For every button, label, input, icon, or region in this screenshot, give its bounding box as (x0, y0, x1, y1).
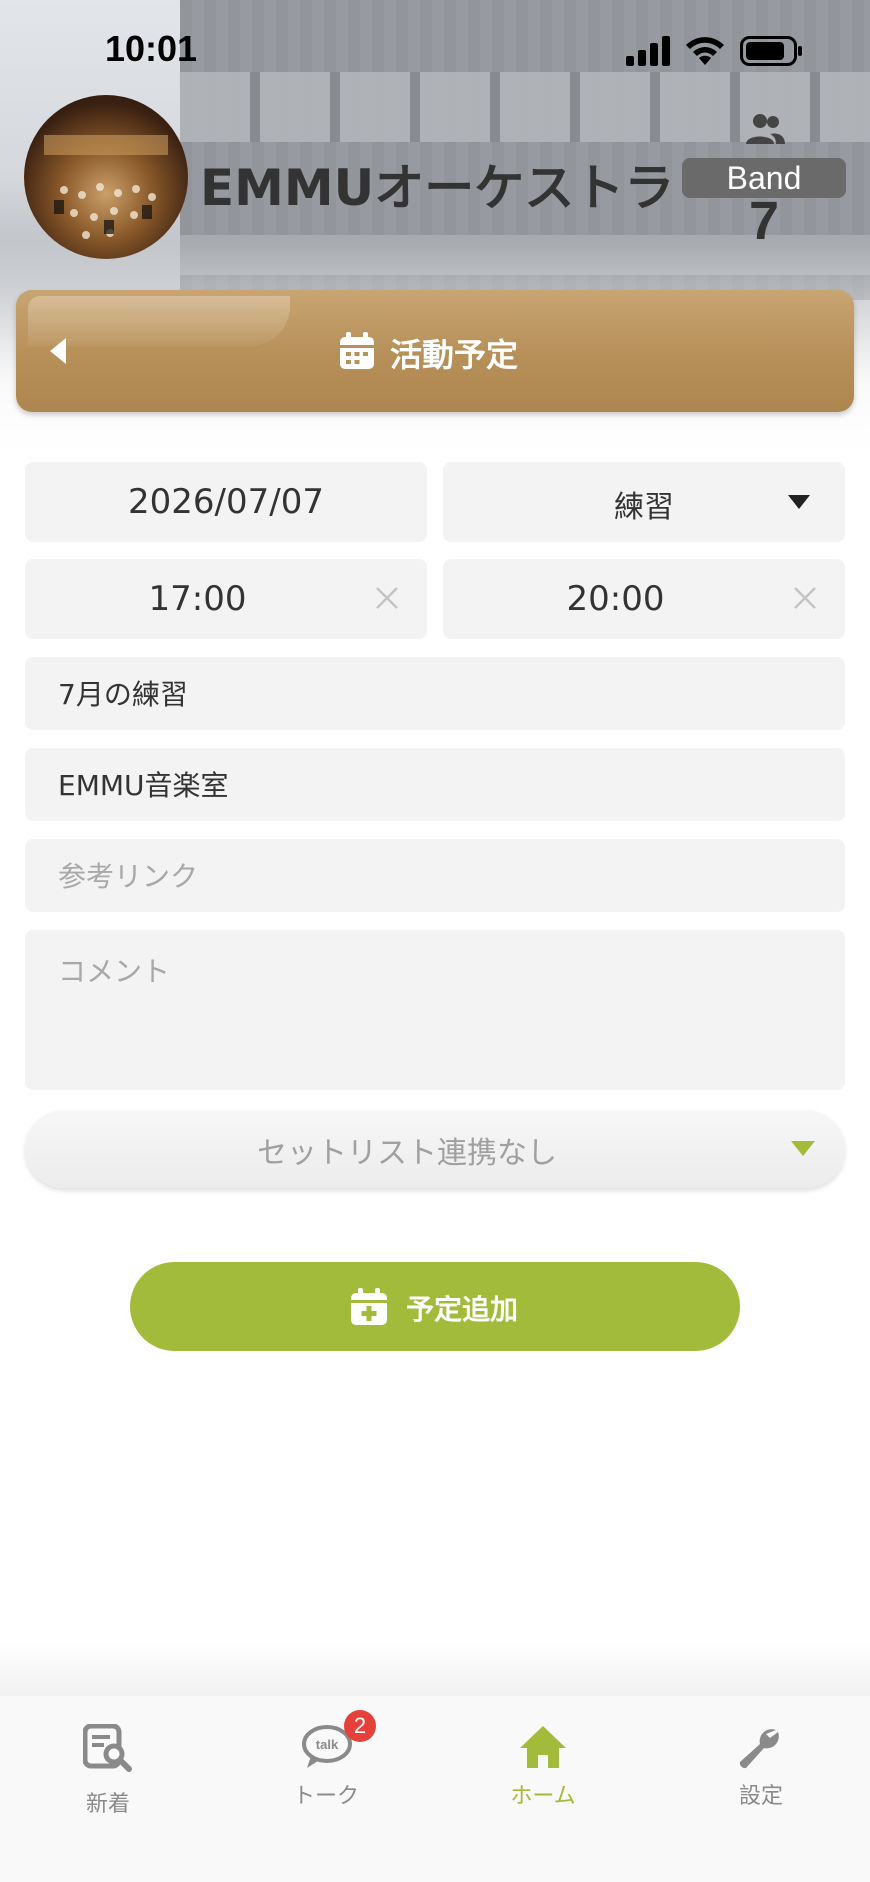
battery-icon (740, 36, 802, 66)
event-type-select[interactable]: 練習 (443, 462, 845, 542)
end-time-field[interactable]: 20:00 (443, 559, 845, 639)
clear-icon[interactable] (791, 584, 819, 612)
nav-label-home: ホーム (510, 1784, 576, 1809)
back-arrow-icon[interactable] (46, 334, 70, 368)
status-time: 10:01 (105, 28, 198, 69)
place-input[interactable]: EMMU音楽室 (25, 748, 845, 821)
event-type-value: 練習 (614, 490, 674, 525)
bottom-nav: 新着 talk トーク ホーム 設定 (0, 1696, 870, 1882)
nav-shadow (0, 1640, 870, 1696)
comment-textarea[interactable]: コメント (25, 930, 845, 1090)
add-schedule-label: 予定追加 (406, 1293, 519, 1326)
news-search-icon (83, 1724, 132, 1772)
place-value: EMMU音楽室 (58, 769, 229, 802)
nav-item-home[interactable]: ホーム (473, 1724, 613, 1834)
nav-item-news[interactable]: 新着 (38, 1724, 178, 1834)
nav-item-settings[interactable]: 設定 (691, 1724, 831, 1834)
setlist-select[interactable]: セットリスト連携なし (25, 1110, 845, 1188)
band-avatar[interactable] (24, 95, 188, 259)
band-name: EMMUオーケストラ (200, 159, 675, 217)
talk-unread-badge: 2 (344, 1710, 376, 1742)
page-header: 活動予定 (16, 290, 854, 412)
reference-link-placeholder: 参考リンク (58, 860, 199, 893)
start-time-value: 17:00 (148, 579, 247, 619)
nav-item-talk[interactable]: talk トーク (256, 1724, 396, 1834)
event-title-value: 7月の練習 (58, 678, 188, 711)
end-time-value: 20:00 (566, 579, 665, 619)
signal-icon (626, 36, 670, 66)
svg-text:talk: talk (316, 1737, 339, 1752)
start-time-field[interactable]: 17:00 (25, 559, 427, 639)
wifi-icon (686, 37, 724, 65)
event-title-input[interactable]: 7月の練習 (25, 657, 845, 730)
date-field[interactable]: 2026/07/07 (25, 462, 427, 542)
clear-icon[interactable] (373, 584, 401, 612)
nav-label-news: 新着 (85, 1792, 130, 1817)
wrench-icon (739, 1729, 779, 1769)
setlist-value: セットリスト連携なし (257, 1136, 557, 1171)
dropdown-caret-icon (788, 495, 810, 509)
calendar-icon (340, 332, 374, 369)
comment-placeholder: コメント (58, 955, 171, 988)
member-count: 7 (748, 191, 780, 251)
nav-label-settings: 設定 (738, 1784, 783, 1809)
nav-label-talk: トーク (292, 1784, 359, 1809)
calendar-add-icon (351, 1288, 387, 1325)
status-bar: 10:01 (0, 0, 870, 100)
reference-link-input[interactable]: 参考リンク (25, 839, 845, 912)
date-value: 2026/07/07 (128, 482, 324, 522)
setlist-caret-icon (791, 1141, 815, 1156)
home-icon (520, 1726, 566, 1768)
page-title: 活動予定 (390, 336, 519, 374)
members-icon (746, 114, 785, 144)
add-schedule-button[interactable]: 予定追加 (130, 1262, 740, 1351)
